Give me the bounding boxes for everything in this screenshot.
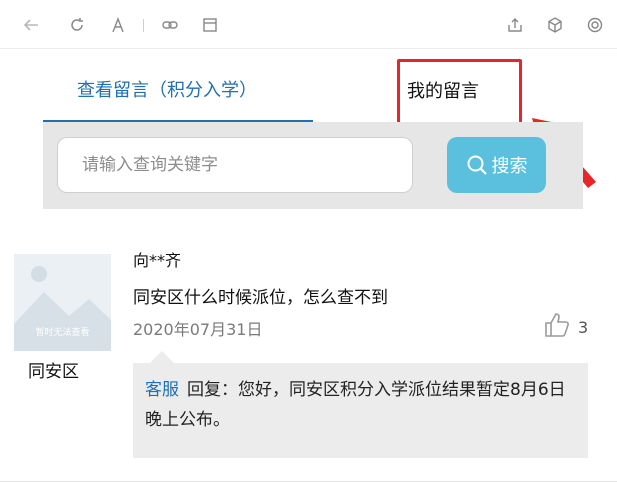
back-arrow-icon[interactable]	[22, 16, 40, 34]
font-icon[interactable]	[109, 16, 127, 34]
reply-text: 回复：您好，同安区积分入学派位结果暂定8月6日晚上公布。	[145, 380, 566, 430]
search-icon	[467, 155, 487, 175]
message-question: 同安区什么时候派位，怎么查不到	[133, 288, 388, 308]
avatar: 暂时无法查看	[14, 254, 111, 351]
toolbar-divider	[143, 19, 144, 32]
search-input[interactable]	[57, 137, 413, 193]
divider	[0, 481, 617, 482]
thumbs-up-icon[interactable]	[543, 311, 571, 339]
message-date: 2020年07月31日	[133, 320, 263, 339]
browser-toolbar	[0, 0, 617, 49]
reply-content: 客服 回复：您好，同安区积分入学派位结果暂定8月6日晚上公布。	[145, 375, 575, 435]
tab-view-messages[interactable]: 查看留言（积分入学）	[77, 76, 257, 102]
reply-box: 客服 回复：您好，同安区积分入学派位结果暂定8月6日晚上公布。	[133, 363, 588, 458]
search-button-label: 搜索	[491, 156, 528, 177]
cube-icon[interactable]	[546, 16, 564, 34]
message-username: 向**齐	[133, 251, 182, 270]
search-button[interactable]: 搜索	[447, 137, 546, 193]
district-label: 同安区	[28, 362, 79, 382]
annotation-highlight-box	[397, 59, 522, 126]
window-icon[interactable]	[201, 16, 219, 34]
refresh-icon[interactable]	[68, 16, 86, 34]
reply-pointer	[150, 351, 174, 363]
like-count: 3	[578, 318, 589, 337]
link-icon[interactable]	[161, 16, 179, 34]
settings-icon[interactable]	[586, 16, 604, 34]
reply-author: 客服	[145, 380, 179, 400]
avatar-caption: 暂时无法查看	[35, 328, 90, 338]
share-icon[interactable]	[506, 16, 524, 34]
